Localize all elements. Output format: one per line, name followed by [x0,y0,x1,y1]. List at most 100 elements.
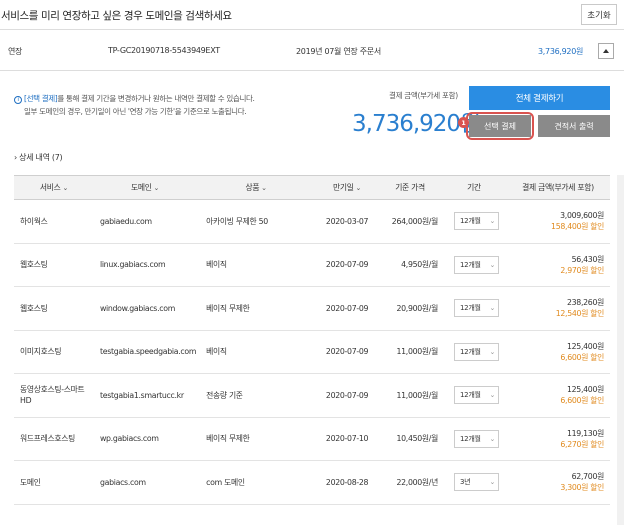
cell-base-price: 4,950원/월 [378,243,443,287]
cell-domain: wp.gabiacs.com [93,417,197,461]
cell-expiry: 2020-07-09 [316,330,379,374]
chevron-down-icon: ⌄ [489,304,496,313]
cell-product: 베이직 무제한 [196,417,317,461]
cell-service: 동영상호스팅-스마트HD [14,373,94,418]
period-value: 12개월 [460,304,481,313]
period-value: 12개월 [460,347,481,356]
cell-domain: window.gabiacs.com [93,286,197,331]
details-table: 서비스 도메인 상품 만기일 기준 가격 기간 결제 금액(부가세 포함) 하이… [14,175,610,505]
cell-domain: linux.gabiacs.com [93,243,197,287]
cell-period: 12개월 ⌄ [442,286,506,331]
discount-amount: 6,600원 할인 [560,396,604,406]
order-summary-row[interactable]: 연장 TP-GC20190718-5543949EXT 2019년 07월 연장… [0,31,624,71]
table-row: 하이웍스 gabiaedu.com 아카이빙 무제한 50 2020-03-07 264… [14,199,610,244]
payment-label: 결제 금액(부가세 포함) [389,91,458,100]
order-description: 2019년 07월 연장 주문서 [296,47,381,56]
cell-domain: gabiaedu.com [93,199,197,244]
scrollbar[interactable] [617,175,624,525]
period-select[interactable]: 12개월 ⌄ [454,386,500,405]
cell-base-price: 11,000원/월 [378,330,443,374]
cell-period: 12개월 ⌄ [442,330,506,374]
cell-base-price: 11,000원/월 [378,373,443,418]
cell-base-price: 22,000원/년 [378,460,443,505]
reset-button[interactable]: 초기화 [581,4,617,25]
pay-all-button[interactable]: 전체 결제하기 [469,86,610,110]
cell-product: 베이직 [196,330,317,374]
cell-payment: 56,430원 2,970원 할인 [506,243,610,287]
cell-service: 웹호스팅 [14,286,94,331]
details-toggle[interactable]: › 상세 내역 (7) [14,152,63,163]
table-row: 웹호스팅 window.gabiacs.com 베이직 무제한 2020-07-09 2… [14,286,610,331]
cell-product: 전송량 기준 [196,373,317,418]
cell-product: 베이직 [196,243,317,287]
cell-expiry: 2020-07-09 [316,286,379,331]
chevron-down-icon: ⌄ [489,434,496,443]
table-row: 웹호스팅 linux.gabiacs.com 베이직 2020-07-09 4,950원… [14,243,610,287]
header-product[interactable]: 상품 [196,175,317,200]
notice-line2: 일부 도메인의 경우, 만기일이 아닌 '연장 가능 기한'을 기준으로 노출됩… [24,107,247,116]
cell-service: 이미지호스팅 [14,330,94,374]
discount-amount: 3,300원 할인 [560,483,604,493]
payment-amount: 56,430원 [571,254,605,264]
select-pay-button[interactable]: 선택 결제 [469,115,531,137]
order-code: TP-GC20190718-5543949EXT [108,46,220,55]
search-header: 서비스를 미리 연장하고 싶은 경우 도메인을 검색하세요 초기화 [0,0,624,30]
cell-payment: 62,700원 3,300원 할인 [506,460,610,505]
cell-domain: testgabia1.smartucc.kr [93,373,197,418]
chevron-down-icon: ⌄ [489,478,496,487]
period-select[interactable]: 12개월 ⌄ [454,255,500,274]
cell-period: 12개월 ⌄ [442,199,506,244]
period-select[interactable]: 3년 ⌄ [454,473,500,492]
period-value: 3년 [460,478,471,487]
period-select[interactable]: 12개월 ⌄ [454,429,500,448]
cell-payment: 119,130원 6,270원 할인 [506,417,610,461]
header-period: 기간 [442,175,506,200]
header-service[interactable]: 서비스 [14,175,94,200]
discount-amount: 6,270원 할인 [560,439,604,449]
order-type: 연장 [8,47,23,56]
cell-base-price: 264,000원/월 [378,199,443,244]
step-badge: 1 [458,117,469,128]
header-expiry[interactable]: 만기일 [316,175,379,200]
period-select[interactable]: 12개월 ⌄ [454,342,500,361]
table-row: 동영상호스팅-스마트HD testgabia1.smartucc.kr 전송량 기준… [14,373,610,418]
cell-product: 베이직 무제한 [196,286,317,331]
notice-highlight: [선택 결제] [24,94,58,103]
chevron-down-icon: ⌄ [489,260,496,269]
period-value: 12개월 [460,217,481,226]
cell-payment: 125,400원 6,600원 할인 [506,330,610,374]
chevron-down-icon: ⌄ [489,347,496,356]
collapse-toggle-button[interactable] [598,43,614,59]
discount-amount: 12,540원 할인 [555,309,605,319]
print-quote-button[interactable]: 견적서 출력 [538,115,610,137]
cell-service: 하이웍스 [14,199,94,244]
discount-amount: 158,400원 할인 [551,222,604,232]
chevron-down-icon: ⌄ [489,217,496,226]
table-row: 워드프레스호스팅 wp.gabiacs.com 베이직 무제한 2020-07-10 1… [14,417,610,461]
chevron-down-icon: ⌄ [489,391,496,400]
cell-period: 12개월 ⌄ [442,373,506,418]
order-amount: 3,736,920원 [538,47,584,56]
period-select[interactable]: 12개월 ⌄ [454,299,500,318]
cell-product: com 도메인 [196,460,317,505]
cell-expiry: 2020-07-09 [316,373,379,418]
header-domain[interactable]: 도메인 [93,175,197,200]
payment-amount: 3,009,600원 [560,211,604,221]
period-value: 12개월 [460,434,481,443]
page-title: 서비스를 미리 연장하고 싶은 경우 도메인을 검색하세요 [1,10,232,22]
cell-expiry: 2020-03-07 [316,199,379,244]
cell-payment: 3,009,600원 158,400원 할인 [506,199,610,244]
table-row: 도메인 gabiacs.com com 도메인 2020-08-28 22,000원/년… [14,460,610,505]
cell-expiry: 2020-07-10 [316,417,379,461]
cell-period: 12개월 ⌄ [442,417,506,461]
discount-amount: 6,600원 할인 [560,352,604,362]
payment-amount: 238,260원 [566,298,604,308]
payment-amount: 119,130원 [566,428,604,438]
cell-product: 아카이빙 무제한 50 [196,199,317,244]
cell-service: 워드프레스호스팅 [14,417,94,461]
cell-period: 12개월 ⌄ [442,243,506,287]
notice-text: i [선택 결제]를 통해 결제 기간을 변경하거나 원하는 내역만 결제할 수 … [14,92,255,118]
table-row: 이미지호스팅 testgabia.speedgabia.com 베이직 2020-07… [14,330,610,374]
discount-amount: 2,970원 할인 [560,265,604,275]
period-select[interactable]: 12개월 ⌄ [454,212,500,231]
